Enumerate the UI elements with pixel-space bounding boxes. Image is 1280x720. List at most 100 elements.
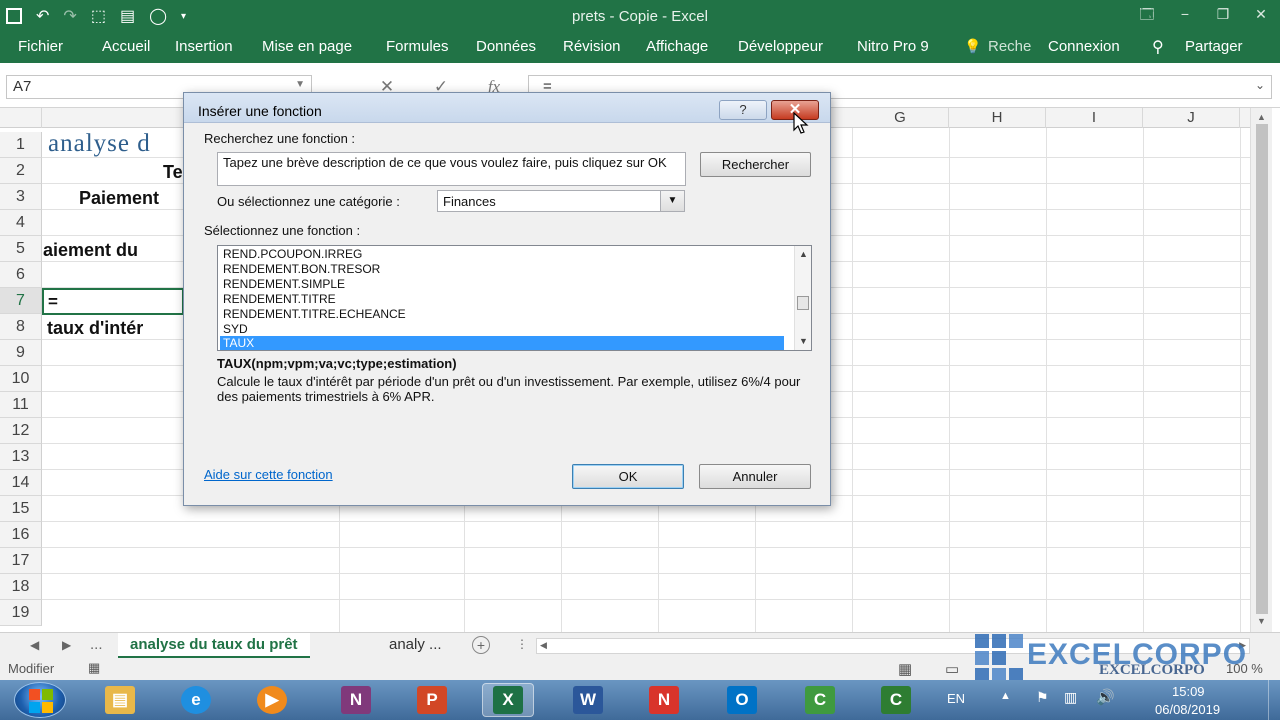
search-button[interactable]: Rechercher [700, 152, 811, 177]
taskbar-camtasia-recorder-icon[interactable]: C [870, 683, 922, 717]
column-header-g[interactable]: G [852, 108, 949, 128]
sheet-tab-active[interactable]: analyse du taux du prêt [118, 633, 310, 658]
scroll-up-icon[interactable]: ▲ [1257, 112, 1266, 122]
taskbar-outlook-icon[interactable]: O [716, 683, 768, 717]
show-hidden-icons[interactable]: ▲ [1000, 690, 1011, 702]
chevron-down-icon[interactable]: ▼ [295, 79, 305, 90]
tab-formules[interactable]: Formules [386, 38, 449, 55]
add-sheet-icon[interactable]: + [472, 636, 490, 654]
scroll-up-icon[interactable]: ▲ [799, 249, 808, 259]
row-header-2[interactable]: 2 [0, 158, 42, 184]
vertical-scrollbar[interactable]: ▲ ▼ [1250, 108, 1272, 632]
cancel-button[interactable]: Annuler [699, 464, 811, 489]
tab-insertion[interactable]: Insertion [175, 38, 233, 55]
list-item[interactable]: RENDEMENT.SIMPLE [220, 277, 784, 291]
search-function-input[interactable]: Tapez une brève description de ce que vo… [217, 152, 686, 186]
row-header-12[interactable]: 12 [0, 418, 42, 444]
column-header-h[interactable]: H [949, 108, 1046, 128]
tab-splitter-icon[interactable]: ⋮ [516, 637, 528, 651]
restore-icon[interactable]: ❐ [1204, 0, 1242, 33]
row-header-8[interactable]: 8 [0, 314, 42, 340]
scroll-down-icon[interactable]: ▼ [1257, 616, 1266, 626]
expand-formula-icon[interactable]: ⌄ [1255, 78, 1265, 92]
cell-a3[interactable]: Paiement [79, 188, 159, 209]
action-center-icon[interactable]: ⚑ [1036, 689, 1049, 706]
ribbon-display-icon[interactable]: 🗔 [1128, 0, 1166, 33]
row-header-16[interactable]: 16 [0, 522, 42, 548]
close-window-icon[interactable]: ✕ [1242, 0, 1280, 33]
list-item[interactable]: REND.PCOUPON.IRREG [220, 247, 784, 261]
share-button[interactable]: Partager [1185, 38, 1243, 55]
row-header-1[interactable]: 1 [0, 132, 42, 158]
function-help-link[interactable]: Aide sur cette fonction [204, 467, 333, 482]
taskbar-powerpoint-icon[interactable]: P [406, 683, 458, 717]
scroll-thumb[interactable] [1256, 124, 1268, 614]
network-icon[interactable]: ▥ [1064, 689, 1077, 706]
function-list[interactable]: REND.PCOUPON.IRREG RENDEMENT.BON.TRESOR … [217, 245, 812, 351]
clock-time[interactable]: 15:09 [1172, 684, 1205, 699]
column-header-i[interactable]: I [1046, 108, 1143, 128]
language-indicator[interactable]: EN [947, 691, 965, 706]
cell-a5[interactable]: aiement du [43, 240, 138, 261]
tab-accueil[interactable]: Accueil [102, 38, 150, 55]
tell-me-search[interactable]: Reche [988, 38, 1031, 55]
taskbar-onenote-icon[interactable]: N [330, 683, 382, 717]
column-header-j[interactable]: J [1143, 108, 1240, 128]
chevron-down-icon[interactable]: ▼ [660, 191, 684, 211]
page-layout-icon[interactable]: ▭ [945, 660, 959, 678]
row-header-15[interactable]: 15 [0, 496, 42, 522]
list-item[interactable]: SYD [220, 322, 784, 336]
normal-view-icon[interactable]: ▦ [898, 660, 912, 678]
minimize-icon[interactable]: − [1166, 0, 1204, 33]
cell-a1[interactable]: analyse d [48, 130, 151, 158]
taskbar-excel-icon[interactable]: X [482, 683, 534, 717]
taskbar-camtasia-icon[interactable]: C [794, 683, 846, 717]
sign-in-link[interactable]: Connexion [1048, 38, 1120, 55]
cell-a7-active[interactable]: = [42, 288, 184, 315]
category-select[interactable]: Finances ▼ [437, 190, 685, 212]
row-header-11[interactable]: 11 [0, 392, 42, 418]
tab-fichier[interactable]: Fichier [18, 38, 63, 55]
select-all-corner[interactable] [0, 108, 42, 128]
macro-record-icon[interactable]: ▦ [88, 660, 100, 676]
sheet-tab-other[interactable]: analy ... [377, 633, 454, 658]
sheet-prev-icon[interactable]: ◀ [30, 638, 39, 652]
tab-developpeur[interactable]: Développeur [738, 38, 823, 55]
ok-button[interactable]: OK [572, 464, 684, 489]
cell-a2[interactable]: Te [163, 162, 183, 183]
tab-donnees[interactable]: Données [476, 38, 536, 55]
list-item[interactable]: RENDEMENT.BON.TRESOR [220, 262, 784, 276]
row-header-14[interactable]: 14 [0, 470, 42, 496]
show-desktop-button[interactable] [1268, 680, 1280, 720]
list-item-selected[interactable]: TAUX [220, 336, 784, 350]
taskbar-word-icon[interactable]: W [562, 683, 614, 717]
scroll-down-icon[interactable]: ▼ [799, 336, 808, 346]
volume-icon[interactable]: 🔊 [1096, 688, 1115, 706]
start-button[interactable] [14, 682, 66, 718]
row-header-7[interactable]: 7 [0, 288, 42, 314]
row-header-6[interactable]: 6 [0, 262, 42, 288]
row-header-4[interactable]: 4 [0, 210, 42, 236]
taskbar-internet-explorer-icon[interactable]: e [170, 683, 222, 717]
row-header-17[interactable]: 17 [0, 548, 42, 574]
scroll-left-icon[interactable]: ◀ [540, 640, 547, 651]
list-item[interactable]: RENDEMENT.TITRE.ECHEANCE [220, 307, 784, 321]
row-header-18[interactable]: 18 [0, 574, 42, 600]
dialog-help-button[interactable]: ? [719, 100, 767, 120]
row-header-19[interactable]: 19 [0, 600, 42, 626]
row-header-9[interactable]: 9 [0, 340, 42, 366]
sheet-next-icon[interactable]: ▶ [62, 638, 71, 652]
row-header-13[interactable]: 13 [0, 444, 42, 470]
tab-affichage[interactable]: Affichage [646, 38, 708, 55]
taskbar-nitro-icon[interactable]: N [638, 683, 690, 717]
taskbar-media-player-icon[interactable]: ▶ [246, 683, 298, 717]
scroll-thumb[interactable] [797, 296, 809, 310]
tab-nitro-pro[interactable]: Nitro Pro 9 [857, 38, 929, 55]
list-item[interactable]: RENDEMENT.TITRE [220, 292, 784, 306]
tab-revision[interactable]: Révision [563, 38, 621, 55]
clock-date[interactable]: 06/08/2019 [1155, 702, 1220, 717]
sheet-more-ellipsis[interactable]: ... [90, 636, 103, 653]
taskbar-explorer-icon[interactable]: ▤ [94, 683, 146, 717]
row-header-3[interactable]: 3 [0, 184, 42, 210]
row-header-10[interactable]: 10 [0, 366, 42, 392]
